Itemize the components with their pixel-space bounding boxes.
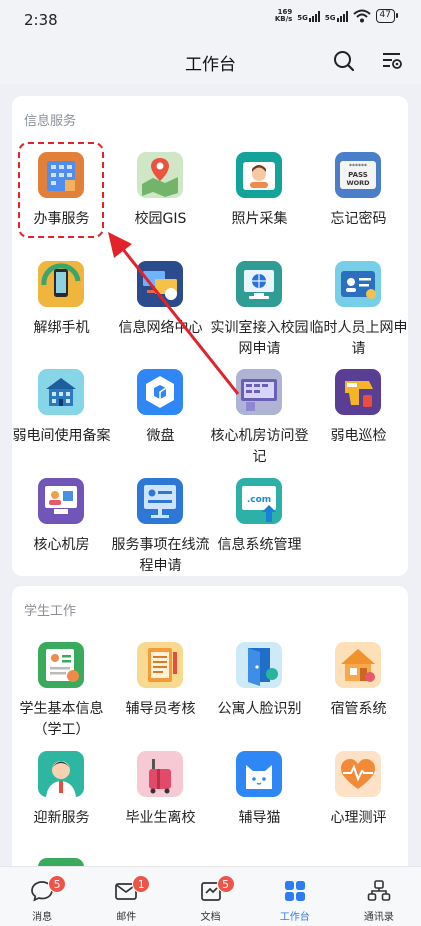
wifi-icon: [352, 9, 371, 23]
badge: 5: [216, 875, 235, 893]
app-item-label: 弱电间使用备案: [12, 428, 111, 444]
signal-1-icon: 5G: [297, 10, 320, 22]
dotcom-system-icon: .com: [236, 478, 282, 524]
cloud-disk-icon: [137, 369, 183, 415]
app-item-label: 公寓人脸识别: [217, 701, 302, 717]
filter-settings-icon[interactable]: [381, 51, 403, 71]
app-item-label: 辅导猫: [238, 810, 281, 826]
app-item-label: 信息系统管理: [217, 537, 302, 553]
annotation-highlight-box: [18, 142, 104, 238]
password-card-icon: ******PASSWORD: [335, 152, 381, 198]
app-item-label: 心理测评: [330, 810, 387, 826]
tab-workbench[interactable]: 工作台: [253, 867, 337, 926]
building-network-icon: [38, 369, 84, 415]
badge: 5: [48, 875, 67, 893]
welcome-person-icon: [38, 751, 84, 797]
map-pin-icon: [137, 152, 183, 198]
tab-label: 工作台: [279, 912, 310, 923]
tab-documents[interactable]: 5 文档: [168, 867, 252, 926]
status-time: 2:38: [24, 11, 58, 29]
camera-portrait-icon: [236, 152, 282, 198]
status-bar: 2:38 169 KB/s 5G 5G 47: [0, 0, 421, 40]
cat-icon: [236, 751, 282, 797]
app-item-label: 宿管系统: [330, 701, 387, 717]
net-speed: 169 KB/s: [274, 8, 293, 23]
tab-label: 文档: [200, 912, 221, 923]
app-item-label: 服务事项在线流程申请: [111, 537, 210, 574]
svg-text:******: ******: [349, 163, 367, 170]
core-room-icon: [38, 478, 84, 524]
page-title: 工作台: [185, 55, 236, 75]
app-item-label: 实训室接入校园网申请: [210, 320, 309, 357]
app-item-label: 核心机房: [33, 537, 90, 553]
app-item-label: 忘记密码: [330, 211, 387, 227]
svg-text:.com: .com: [247, 495, 271, 505]
section-title: 学生工作: [24, 604, 77, 619]
app-item-label: 临时人员上网申请: [309, 320, 408, 357]
app-item-label: 核心机房访问登记: [210, 428, 309, 465]
app-item-label: 学生基本信息（学工）: [19, 701, 104, 738]
phone-unbind-icon: [38, 261, 84, 307]
tab-label: 消息: [32, 912, 53, 923]
app-item-label: 弱电巡检: [330, 428, 387, 444]
search-icon[interactable]: [333, 50, 355, 72]
app-item-label: 辅导员考核: [125, 701, 196, 717]
globe-monitor-icon: [236, 261, 282, 307]
app-header: 工作台: [0, 40, 421, 84]
notebook-icon: [137, 642, 183, 688]
luggage-icon: [137, 751, 183, 797]
app-item-label: 校园GIS: [134, 211, 187, 227]
app-item-label: 照片采集: [231, 211, 288, 227]
app-item-label: 解绑手机: [33, 320, 90, 336]
tab-messages[interactable]: 5 消息: [0, 867, 84, 926]
section-title: 信息服务: [24, 114, 77, 129]
app-item-label: 迎新服务: [33, 810, 90, 826]
app-item-label: 信息网络中心: [118, 320, 203, 336]
inspection-gun-icon: [335, 369, 381, 415]
contacts-icon: [367, 880, 391, 901]
tab-contacts[interactable]: 通讯录: [337, 867, 421, 926]
svg-text:PASS: PASS: [348, 171, 368, 179]
tab-label: 邮件: [116, 912, 137, 923]
signal-2-icon: 5G: [325, 10, 348, 22]
door-face-icon: [236, 642, 282, 688]
tab-mail[interactable]: 1 邮件: [84, 867, 168, 926]
network-center-icon: [137, 261, 183, 307]
battery-icon: 47: [375, 9, 399, 23]
badge: 1: [132, 875, 151, 893]
process-board-icon: [137, 478, 183, 524]
tab-label: 通讯录: [363, 912, 394, 923]
workbench-icon: [284, 881, 305, 901]
app-item-label: 微盘: [146, 428, 175, 444]
heart-pulse-icon: [335, 751, 381, 797]
id-card-icon: [335, 261, 381, 307]
app-item-label: 毕业生离校: [125, 810, 196, 826]
server-room-icon: [236, 369, 282, 415]
bottom-tab-bar: 5 消息 1 邮件 5 文档 工作台 通讯录: [0, 866, 421, 926]
svg-text:WORD: WORD: [346, 179, 370, 187]
dorm-house-icon: [335, 642, 381, 688]
student-info-icon: [38, 642, 84, 688]
